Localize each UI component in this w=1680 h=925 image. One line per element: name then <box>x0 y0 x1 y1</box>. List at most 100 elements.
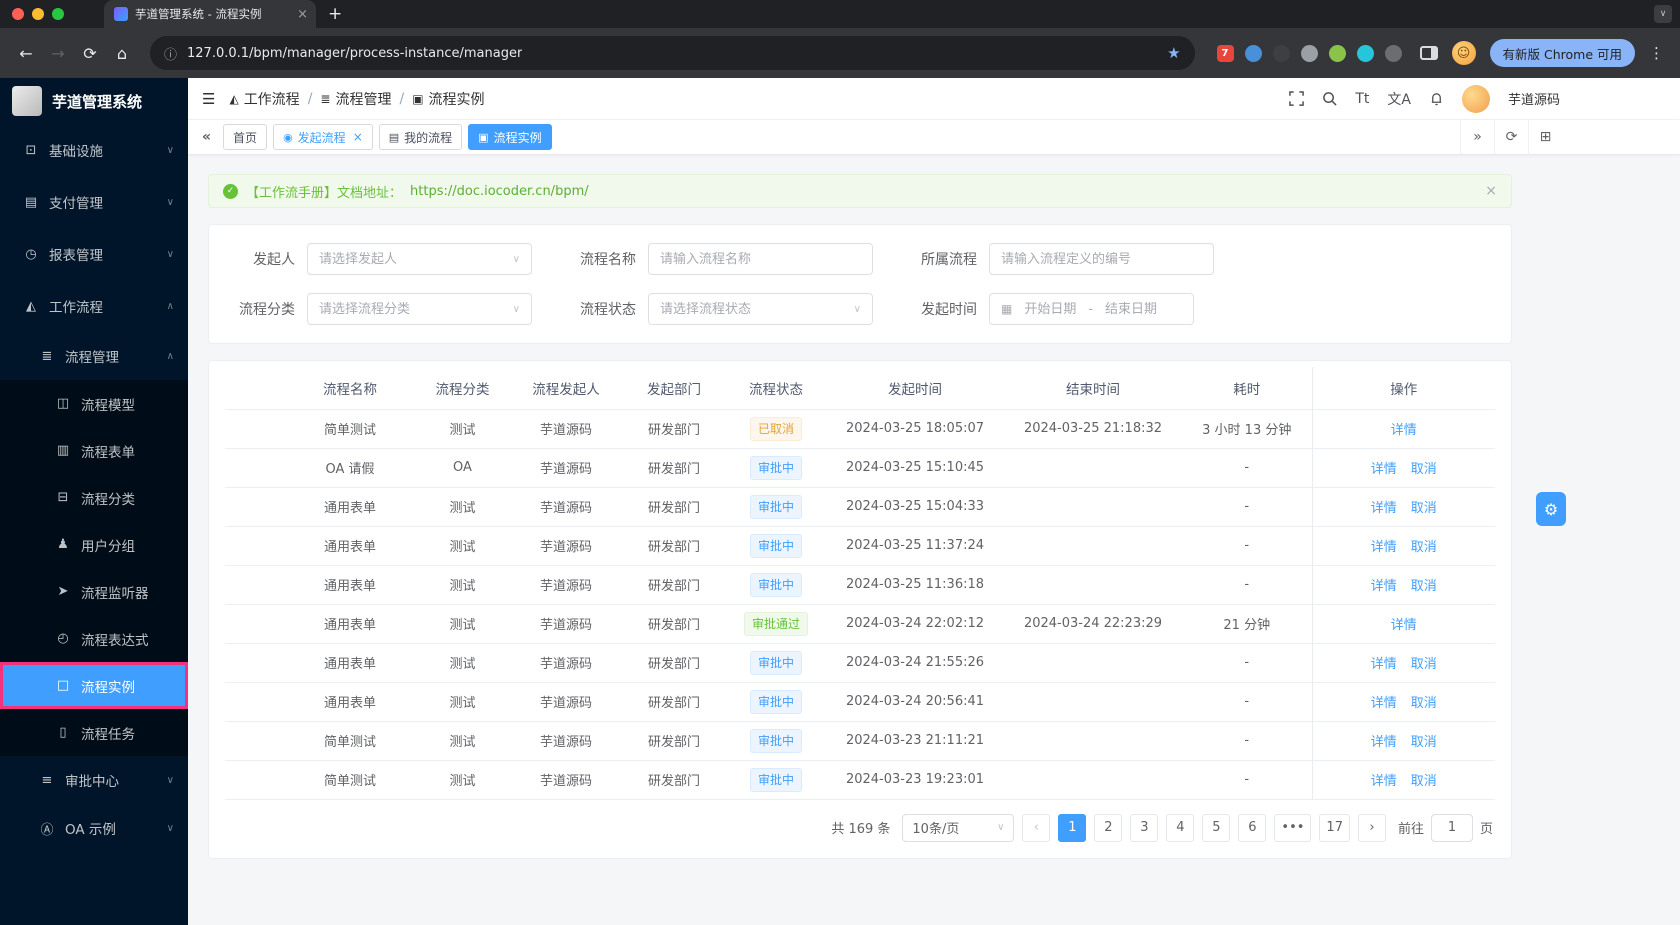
browser-tab[interactable]: 芋道管理系统 - 流程实例 × <box>104 0 316 28</box>
sidebar-item-payment[interactable]: ▤ 支付管理 ∨ <box>0 176 188 228</box>
banner-link[interactable]: https://doc.iocoder.cn/bpm/ <box>410 184 589 199</box>
browser-menu-icon[interactable]: ⋮ <box>1645 44 1668 62</box>
category-select[interactable]: ∨ <box>307 293 532 325</box>
user-avatar[interactable] <box>1461 84 1490 113</box>
site-info-icon[interactable]: ⓘ <box>164 44 177 63</box>
detail-link[interactable]: 详情 <box>1371 579 1397 594</box>
sidebar-item-oa-example[interactable]: Ⓐ OA 示例 ∨ <box>0 804 188 852</box>
sidebar-item-process-instance[interactable]: □ 流程实例 <box>0 662 188 709</box>
status-select-field[interactable] <box>660 301 848 317</box>
sidebar-item-process-model[interactable]: ◫ 流程模型 <box>0 380 188 427</box>
detail-link[interactable]: 详情 <box>1371 462 1397 477</box>
process-definition-input-field[interactable] <box>1001 251 1202 267</box>
tab-search-button[interactable]: ∨ <box>1654 5 1672 23</box>
cancel-link[interactable]: 取消 <box>1411 657 1437 672</box>
zoom-window-button[interactable] <box>52 8 64 20</box>
initiator-select-field[interactable] <box>319 251 507 267</box>
sidebar-item-process-task[interactable]: ▯ 流程任务 <box>0 709 188 756</box>
sidebar-item-report[interactable]: ◷ 报表管理 ∨ <box>0 228 188 280</box>
ext-gray-circle-icon[interactable] <box>1300 44 1318 62</box>
app-logo[interactable]: 芋道管理系统 <box>0 78 188 124</box>
ext-globe-icon[interactable] <box>1272 44 1290 62</box>
goto-page-input[interactable] <box>1430 813 1473 842</box>
username[interactable]: 芋道源码 <box>1508 89 1560 108</box>
status-select[interactable]: ∨ <box>648 293 873 325</box>
extensions-puzzle-icon[interactable] <box>1384 44 1402 62</box>
page-tab-process-instance[interactable]: ▣ 流程实例 <box>468 124 552 150</box>
category-select-field[interactable] <box>319 301 507 317</box>
prev-page-button[interactable]: ‹ <box>1022 813 1051 842</box>
sidebar-item-approval-center[interactable]: ≡ 审批中心 ∨ <box>0 756 188 804</box>
sidebar-item-infrastructure[interactable]: ⊡ 基础设施 ∨ <box>0 124 188 176</box>
detail-link[interactable]: 详情 <box>1371 540 1397 555</box>
page-tab-start-process[interactable]: ◉ 发起流程 × <box>273 124 373 150</box>
page-button[interactable]: 17 <box>1319 813 1350 842</box>
settings-gear-button[interactable]: ⚙ <box>1536 492 1566 526</box>
breadcrumb-item[interactable]: ◭ 工作流程 <box>229 89 299 109</box>
sidebar-item-process-management[interactable]: ≣ 流程管理 ∧ <box>0 332 188 380</box>
close-tab-icon[interactable]: × <box>353 130 363 144</box>
detail-link[interactable]: 详情 <box>1391 618 1417 633</box>
new-tab-button[interactable]: + <box>328 4 342 24</box>
process-name-input-field[interactable] <box>660 251 861 267</box>
sidebar-item-workflow[interactable]: ◭ 工作流程 ∧ <box>0 280 188 332</box>
page-tab-my-process[interactable]: ▤ 我的流程 <box>378 124 463 150</box>
forward-icon[interactable]: → <box>44 44 72 63</box>
cancel-link[interactable]: 取消 <box>1411 462 1437 477</box>
close-tab-icon[interactable]: × <box>297 7 308 22</box>
url-text[interactable]: 127.0.0.1/bpm/manager/process-instance/m… <box>187 46 522 61</box>
more-pages-button[interactable]: ••• <box>1274 813 1312 842</box>
home-icon[interactable]: ⌂ <box>108 44 136 63</box>
initiator-select[interactable]: ∨ <box>307 243 532 275</box>
breadcrumb-item[interactable]: ▣ 流程实例 <box>412 89 484 109</box>
font-size-icon[interactable]: Tt <box>1355 91 1369 107</box>
process-name-input[interactable] <box>648 243 873 275</box>
next-page-button[interactable]: › <box>1357 813 1386 842</box>
sidebar-item-process-form[interactable]: ▥ 流程表单 <box>0 427 188 474</box>
page-tab-home[interactable]: 首页 <box>223 124 268 150</box>
cancel-link[interactable]: 取消 <box>1411 579 1437 594</box>
chrome-update-button[interactable]: 有新版 Chrome 可用 <box>1489 39 1635 67</box>
date-range-picker[interactable]: ▦- <box>989 293 1194 325</box>
start-date-input[interactable] <box>1018 301 1083 317</box>
process-definition-input[interactable] <box>989 243 1214 275</box>
minimize-window-button[interactable] <box>32 8 44 20</box>
bookmark-star-icon[interactable]: ★ <box>1167 44 1180 62</box>
cancel-link[interactable]: 取消 <box>1411 696 1437 711</box>
detail-link[interactable]: 详情 <box>1371 696 1397 711</box>
translate-icon[interactable]: 文A <box>1387 89 1411 109</box>
ext-teal-icon[interactable] <box>1356 44 1374 62</box>
detail-link[interactable]: 详情 <box>1391 423 1417 438</box>
address-bar[interactable]: ⓘ 127.0.0.1/bpm/manager/process-instance… <box>150 36 1195 70</box>
sidebar-item-process-category[interactable]: ⊟ 流程分类 <box>0 474 188 521</box>
sidebar-item-process-expression[interactable]: ◴ 流程表达式 <box>0 615 188 662</box>
layout-grid-icon[interactable]: ⊞ <box>1528 120 1562 154</box>
browser-profile-avatar[interactable]: ☺ <box>1451 41 1476 65</box>
ext-red-badge-icon[interactable]: 7 <box>1216 44 1234 62</box>
notification-bell-icon[interactable] <box>1429 91 1444 106</box>
sidebar-item-process-listener[interactable]: ➤ 流程监听器 <box>0 568 188 615</box>
cancel-link[interactable]: 取消 <box>1411 540 1437 555</box>
page-button[interactable]: 1 <box>1058 813 1087 842</box>
cancel-link[interactable]: 取消 <box>1411 501 1437 516</box>
breadcrumb-item[interactable]: ≣ 流程管理 <box>320 89 391 109</box>
page-button[interactable]: 2 <box>1094 813 1123 842</box>
side-panel-icon[interactable] <box>1419 46 1438 60</box>
fullscreen-icon[interactable] <box>1289 91 1305 106</box>
detail-link[interactable]: 详情 <box>1371 774 1397 789</box>
detail-link[interactable]: 详情 <box>1371 501 1397 516</box>
sidebar-item-user-group[interactable]: ♟ 用户分组 <box>0 521 188 568</box>
ext-pin-icon[interactable] <box>1244 44 1262 62</box>
cancel-link[interactable]: 取消 <box>1411 735 1437 750</box>
end-date-input[interactable] <box>1099 301 1164 317</box>
collapse-sidebar-icon[interactable]: ☰ <box>202 90 215 108</box>
back-icon[interactable]: ← <box>12 44 40 63</box>
detail-link[interactable]: 详情 <box>1371 657 1397 672</box>
detail-link[interactable]: 详情 <box>1371 735 1397 750</box>
reload-icon[interactable]: ⟳ <box>76 44 104 63</box>
banner-close-icon[interactable]: × <box>1485 183 1497 199</box>
page-size-select[interactable]: 10条/页 ∨ <box>902 813 1015 842</box>
close-window-button[interactable] <box>12 8 24 20</box>
scroll-tags-right-icon[interactable]: » <box>1460 120 1494 154</box>
cancel-link[interactable]: 取消 <box>1411 774 1437 789</box>
